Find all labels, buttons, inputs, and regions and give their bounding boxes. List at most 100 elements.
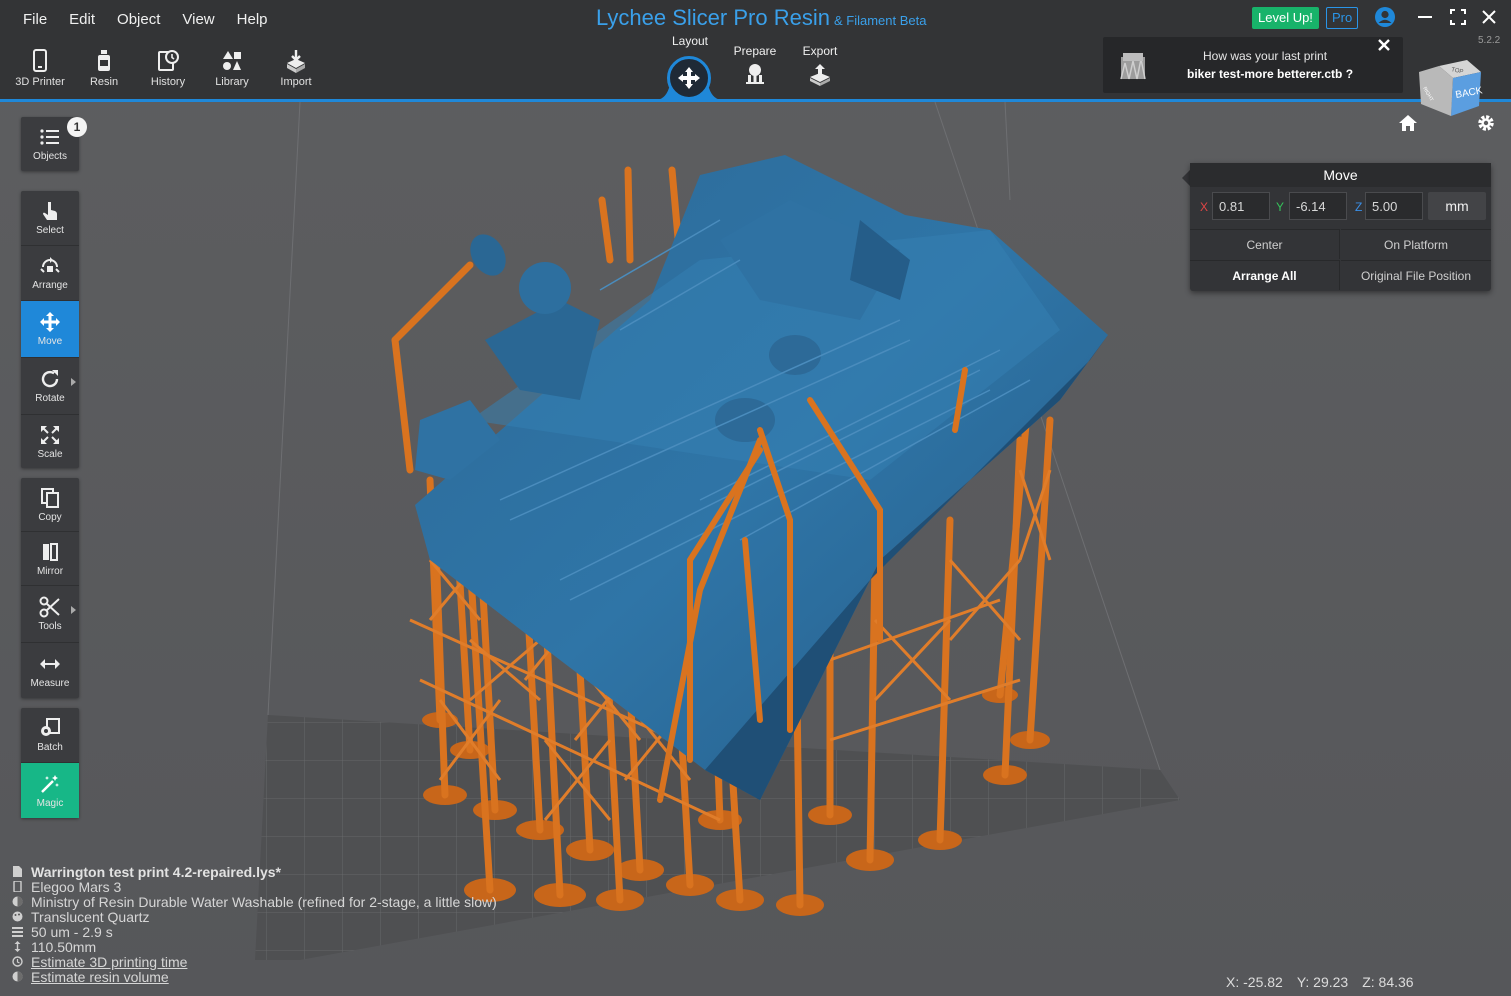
- toolbar-label: Library: [215, 76, 249, 88]
- z-position-input[interactable]: [1365, 192, 1423, 220]
- info-height-row: 110.50mm: [12, 939, 497, 955]
- resin-bottle-icon: [98, 50, 110, 71]
- tab-layout-button[interactable]: [667, 56, 711, 100]
- toolbar-label: Resin: [89, 76, 119, 88]
- menu-help[interactable]: Help: [226, 8, 279, 31]
- sidebar-edit-group: Copy Mirror Tools Measure: [21, 478, 79, 698]
- print-feedback-notification[interactable]: How was your last print biker test-more …: [1103, 37, 1403, 93]
- z-axis-label: Z: [1355, 200, 1363, 214]
- pro-badge[interactable]: Pro: [1326, 7, 1359, 29]
- info-resin: Ministry of Resin Durable Water Washable…: [31, 893, 497, 910]
- unit-toggle-button[interactable]: mm: [1428, 192, 1486, 220]
- supports-icon: [746, 64, 764, 84]
- x-position-input[interactable]: [1212, 192, 1270, 220]
- tab-prepare[interactable]: Prepare: [727, 44, 783, 91]
- user-account-icon[interactable]: [1374, 6, 1396, 28]
- tab-export-label: Export: [802, 44, 838, 58]
- sidebar-label: Arrange: [32, 280, 68, 291]
- toolbar-import-button[interactable]: Import: [264, 48, 328, 96]
- sidebar-label: Select: [36, 225, 64, 236]
- sidebar-extra-group: Batch Magic: [21, 708, 79, 818]
- sidebar-item-tools[interactable]: Tools: [21, 586, 79, 643]
- estimate-volume-link[interactable]: Estimate resin volume: [31, 969, 169, 985]
- move-arrows-icon: [678, 67, 700, 89]
- sidebar-label: Move: [37, 336, 63, 347]
- level-up-button[interactable]: Level Up!: [1252, 7, 1319, 29]
- move-panel-title: Move: [1190, 163, 1491, 187]
- close-notification-icon[interactable]: [1377, 38, 1391, 52]
- sidebar-label: Rotate: [35, 393, 65, 404]
- layers-icon: [12, 927, 23, 937]
- estimate-time-link[interactable]: Estimate 3D printing time: [31, 954, 187, 970]
- y-position-input[interactable]: [1289, 192, 1347, 220]
- submenu-arrow-icon: [71, 606, 76, 614]
- menu-object[interactable]: Object: [106, 8, 171, 31]
- resin-drop-icon: [12, 971, 23, 982]
- mirror-icon: [43, 542, 58, 561]
- home-view-icon[interactable]: [1398, 113, 1418, 133]
- arrange-icon: [40, 257, 60, 273]
- sidebar-label: Scale: [37, 448, 63, 460]
- toolbar-library-button[interactable]: Library: [200, 48, 264, 96]
- sidebar-item-measure[interactable]: Measure: [21, 643, 79, 698]
- fullscreen-icon[interactable]: [1447, 6, 1469, 28]
- minimize-icon[interactable]: [1414, 6, 1436, 28]
- toolbar-label: 3D Printer: [15, 76, 65, 88]
- printer-icon: [13, 881, 22, 892]
- batch-icon: [41, 718, 60, 736]
- sidebar-item-mirror[interactable]: Mirror: [21, 532, 79, 586]
- view-cube[interactable]: TOP BACK RIGHT: [1415, 58, 1485, 120]
- sidebar-item-move[interactable]: Move: [21, 301, 79, 358]
- app-version: 5.2.2: [1478, 35, 1501, 46]
- sidebar-label: Measure: [30, 677, 70, 689]
- viewport-3d[interactable]: [0, 0, 1511, 996]
- menu-edit[interactable]: Edit: [58, 8, 106, 31]
- scale-icon: [41, 425, 59, 444]
- info-printer-row: Elegoo Mars 3: [12, 879, 497, 895]
- tab-prepare-label: Prepare: [733, 44, 777, 58]
- measure-arrows-icon: [40, 658, 60, 669]
- x-axis-label: X: [1200, 200, 1209, 214]
- gear-icon[interactable]: [1476, 113, 1496, 133]
- arrange-all-button[interactable]: Arrange All: [1190, 260, 1340, 290]
- info-file-name: Warrington test print 4.2-repaired.lys*: [31, 863, 281, 880]
- menu-view[interactable]: View: [171, 8, 225, 31]
- sidebar-item-batch[interactable]: Batch: [21, 708, 79, 763]
- sidebar-transform-group: Select Arrange Move Rotate Scale: [21, 191, 79, 468]
- close-window-icon[interactable]: [1478, 6, 1500, 28]
- on-platform-button[interactable]: On Platform: [1341, 229, 1491, 259]
- info-estimate-time-row: Estimate 3D printing time: [12, 954, 497, 970]
- palette-icon: [12, 911, 23, 922]
- sidebar-label: Magic: [36, 797, 64, 809]
- toolbar-3d-printer-button[interactable]: 3D Printer: [8, 48, 72, 96]
- toolbar-history-button[interactable]: History: [136, 48, 200, 96]
- sidebar-item-select[interactable]: Select: [21, 191, 79, 246]
- print-thumbnail-icon: [1120, 53, 1146, 80]
- scissors-icon: [39, 596, 60, 618]
- menu-file[interactable]: File: [12, 8, 58, 31]
- sidebar-item-magic[interactable]: Magic: [21, 763, 79, 818]
- sidebar-item-scale[interactable]: Scale: [21, 415, 79, 468]
- sidebar-label: Objects: [33, 151, 67, 162]
- info-resin-row: Ministry of Resin Durable Water Washable…: [12, 893, 497, 910]
- app-title: Lychee Slicer Pro Resin & Filament Beta: [596, 5, 926, 31]
- sidebar-item-rotate[interactable]: Rotate: [21, 358, 79, 415]
- submenu-arrow-icon: [71, 378, 76, 386]
- main-toolbar: 3D Printer Resin History Library Import: [8, 48, 328, 96]
- notification-question: How was your last print: [1203, 49, 1328, 63]
- printer-icon: [33, 49, 47, 72]
- toolbar-label: History: [150, 76, 186, 88]
- sidebar-item-arrange[interactable]: Arrange: [21, 246, 79, 301]
- toolbar-resin-button[interactable]: Resin: [72, 48, 136, 96]
- tab-layout[interactable]: Layout: [663, 34, 717, 48]
- y-axis-label: Y: [1276, 200, 1285, 214]
- original-file-position-button[interactable]: Original File Position: [1341, 260, 1491, 290]
- sidebar-item-copy[interactable]: Copy: [21, 478, 79, 532]
- center-button[interactable]: Center: [1190, 229, 1340, 259]
- tab-export[interactable]: Export: [793, 44, 847, 91]
- scene-info: Warrington test print 4.2-repaired.lys* …: [12, 863, 497, 985]
- info-layer-row: 50 um - 2.9 s: [12, 924, 497, 940]
- pointer-hand-icon: [43, 202, 57, 220]
- cursor-z: Z: 84.36: [1362, 974, 1414, 990]
- move-panel-pointer: [1182, 170, 1190, 186]
